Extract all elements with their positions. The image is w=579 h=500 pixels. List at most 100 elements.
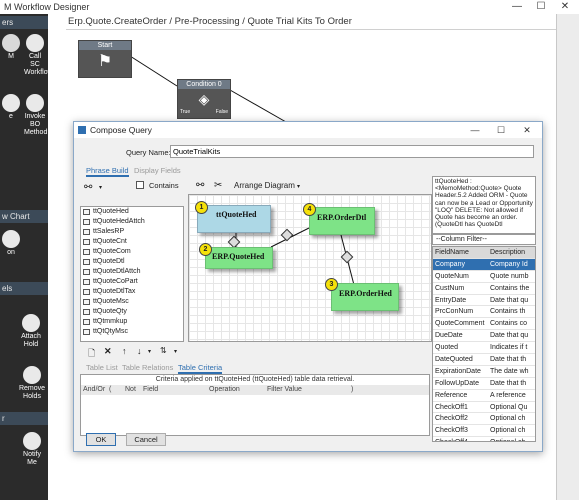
link-icon[interactable]: ⚯ [196, 180, 204, 191]
field-row[interactable]: CheckOff3 Optional ch [433, 425, 535, 438]
query-name-label: Query Name: [126, 148, 171, 157]
tab-table-criteria[interactable]: Table Criteria [178, 363, 223, 374]
chevron-down-icon[interactable]: ▾ [148, 348, 151, 355]
table-name: ERP.OrderHed [339, 289, 392, 298]
link-icon[interactable]: ⚯ [84, 182, 92, 193]
tool-invoke-bo-method[interactable]: Invoke BO Method [24, 94, 47, 137]
field-row[interactable]: ExpirationDate The date wh [433, 366, 535, 378]
column-header[interactable]: Operation [209, 385, 240, 395]
table-list-item[interactable]: ttSalesRP [81, 227, 183, 237]
column-header[interactable]: Description [490, 247, 535, 258]
field-row[interactable]: CheckOff1 Optional Qu [433, 402, 535, 414]
table-list-item[interactable]: ttQuoteHed [81, 207, 183, 217]
arrange-diagram-button[interactable]: Arrange Diagram [234, 181, 295, 190]
maximize-icon[interactable]: ☐ [529, 0, 553, 14]
column-header[interactable]: FieldName [435, 247, 489, 258]
toolbox-group-header[interactable]: els [0, 282, 48, 295]
tool-label: M [8, 53, 14, 60]
minimize-icon[interactable]: — [505, 0, 529, 14]
table-name: ttQuoteHed [216, 210, 257, 219]
relation-diamond[interactable] [227, 235, 241, 249]
table-list-item[interactable]: ttQuoteHedAttch [81, 217, 183, 227]
table-list-item[interactable]: ttQuoteDtl [81, 257, 183, 267]
contains-checkbox[interactable] [136, 181, 144, 189]
relation-diamond[interactable] [340, 250, 354, 264]
field-row[interactable]: QuoteComment Contains co [433, 318, 535, 331]
close-icon[interactable]: ✕ [553, 0, 577, 14]
criteria-grid[interactable]: Criteria applied on ttQuoteHed (ttQuoteH… [80, 374, 430, 436]
true-label: True [180, 109, 191, 115]
tab-table-list[interactable]: Table List [86, 363, 118, 372]
column-header[interactable]: ) [351, 385, 353, 395]
field-grid[interactable]: FieldName Description Company Company Id Q… [432, 246, 536, 442]
criteria-header: And/Or ( Not Field Operation Filter Valu… [81, 385, 429, 395]
new-icon[interactable]: 🗋 [88, 346, 95, 362]
tool-notify-me[interactable]: Notify Me [18, 432, 46, 467]
column-header[interactable]: Filter Value [267, 385, 302, 395]
diagram-table-erp-orderdtl[interactable]: ERP.OrderDtl [309, 207, 375, 235]
dialog-minimize-icon[interactable]: — [462, 122, 488, 138]
chevron-down-icon[interactable]: ▾ [297, 183, 300, 190]
chevron-down-icon[interactable]: ▾ [174, 348, 177, 355]
table-list-item[interactable]: ttQuoteDtlAttch [81, 267, 183, 277]
ok-button[interactable]: OK [86, 433, 116, 446]
tool-on[interactable]: on [0, 230, 22, 257]
field-row[interactable]: DateQuoted Date that th [433, 354, 535, 366]
workflow-node-start[interactable]: Start ⚑ [78, 40, 132, 78]
table-list-item[interactable]: ttQuoteMsc [81, 297, 183, 307]
tool-remove-holds[interactable]: Remove Holds [18, 366, 46, 401]
scissors-icon[interactable]: ✂ [214, 180, 222, 191]
field-row[interactable]: DueDate Date that qu [433, 330, 535, 343]
field-row[interactable]: FollowUpDate Date that th [433, 378, 535, 390]
move-up-icon[interactable]: ↑ [122, 346, 127, 356]
toolbox-group-header[interactable]: r [0, 412, 48, 425]
tool-m[interactable]: M [0, 34, 22, 61]
dialog-close-icon[interactable]: ✕ [514, 122, 540, 138]
column-header[interactable]: ( [109, 385, 111, 395]
table-list-item[interactable]: ttQtmmkup [81, 317, 183, 327]
column-header[interactable]: And/Or [83, 385, 105, 395]
table-list-item[interactable]: ttQtQtyMsc [81, 327, 183, 337]
workflow-node-condition[interactable]: Condition 0 ◈ True False [177, 79, 231, 119]
tab-display-fields[interactable]: Display Fields [134, 166, 181, 175]
field-row[interactable]: Reference A reference [433, 390, 535, 402]
table-list-item[interactable]: ttQuoteCoPart [81, 277, 183, 287]
diagram-table-erp-quotehed[interactable]: ERP.QuoteHed [205, 247, 273, 269]
cancel-button[interactable]: Cancel [126, 433, 166, 446]
diagram-table-ttquotehed[interactable]: ttQuoteHed [197, 205, 271, 233]
dialog-maximize-icon[interactable]: ☐ [488, 122, 514, 138]
field-row[interactable]: Company Company Id [433, 258, 535, 271]
field-row[interactable]: PrcConNum Contains th [433, 306, 535, 319]
tab-table-relations[interactable]: Table Relations [122, 363, 173, 372]
field-row[interactable]: Quoted Indicates if t [433, 342, 535, 355]
column-header[interactable]: Not [125, 385, 136, 395]
delete-icon[interactable]: ✕ [104, 346, 112, 357]
query-name-input[interactable] [170, 145, 534, 158]
toolbox-group-header[interactable]: w Chart [0, 210, 48, 223]
tool-call-sc-workflow[interactable]: Call SC Workflow [24, 34, 48, 77]
tab-phrase-build[interactable]: Phrase Build [86, 166, 129, 177]
field-row[interactable]: CheckOff4Optional ch [433, 437, 535, 441]
relation-diamond[interactable] [280, 228, 294, 242]
field-row[interactable]: EntryDate Date that qu [433, 295, 535, 307]
move-down-icon[interactable]: ↓ [137, 346, 142, 356]
field-row[interactable]: CheckOff2 Optional ch [433, 413, 535, 426]
field-name: EntryDate [435, 296, 467, 304]
field-name: Company [435, 260, 465, 268]
table-list-item[interactable]: ttQuoteQty [81, 307, 183, 317]
tool-attach-hold[interactable]: Attach Hold [18, 314, 44, 349]
field-row[interactable]: QuoteNum Quote numb [433, 271, 535, 283]
tool-e[interactable]: e [0, 94, 22, 121]
column-header[interactable]: Field [143, 385, 158, 395]
table-list-item[interactable]: ttQuoteCom [81, 247, 183, 257]
query-diagram-canvas[interactable]: ttQuoteHed 1 ERP.QuoteHed 2 ERP.OrderDtl… [188, 194, 432, 342]
field-row[interactable]: CustNum Contains the [433, 283, 535, 295]
toolbox-group-header[interactable]: ers [0, 16, 48, 29]
diagram-table-erp-orderhed[interactable]: ERP.OrderHed [331, 283, 399, 311]
sort-icon[interactable]: ⇅ [160, 346, 167, 355]
table-listbox[interactable]: ttQuoteHed ttQuoteHedAttch ttSalesRP ttQuot… [80, 206, 184, 342]
table-list-item[interactable]: ttQuoteCnt [81, 237, 183, 247]
column-filter-input[interactable]: --Column Filter-- [432, 234, 536, 245]
table-list-item[interactable]: ttQuoteDtlTax [81, 287, 183, 297]
chevron-down-icon[interactable]: ▾ [99, 184, 102, 191]
